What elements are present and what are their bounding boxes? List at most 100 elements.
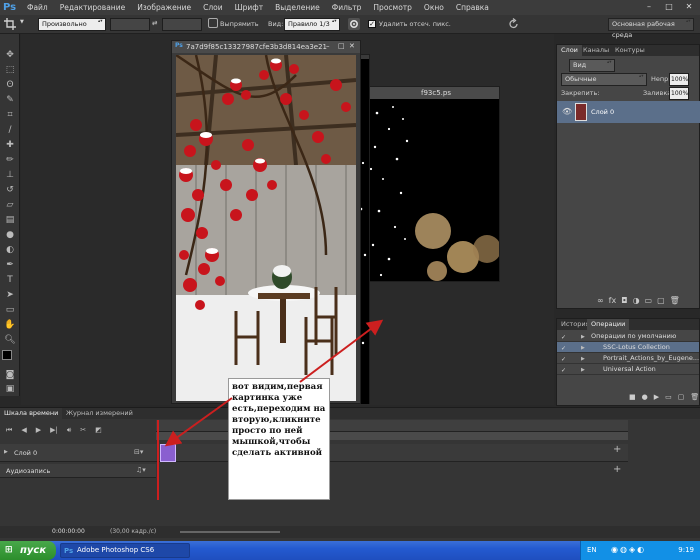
second-document-title[interactable]: f93c5.ps: [367, 87, 499, 99]
zoom-slider[interactable]: [180, 531, 280, 533]
layer-name[interactable]: Слой 0: [591, 108, 614, 116]
menu-edit[interactable]: Редактирование: [54, 3, 131, 12]
adjustment-icon[interactable]: ◑: [633, 296, 640, 305]
mask-icon[interactable]: ◘: [621, 296, 627, 305]
transition-icon[interactable]: ◩: [95, 426, 102, 435]
expand-triangle-icon[interactable]: ▶ ▶ ▶ ▶: [581, 332, 589, 376]
trash-icon[interactable]: 🗑︎: [670, 296, 680, 305]
stamp-tool-icon[interactable]: ⊥: [4, 170, 16, 181]
document-window-main[interactable]: 7a7d9f85c13327987cfe3b3d814ea3e21 Ps – □…: [171, 40, 361, 404]
dodge-tool-icon[interactable]: ◐: [4, 245, 16, 256]
crop-tool-icon[interactable]: [4, 18, 16, 30]
eyedropper-tool-icon[interactable]: ∕: [4, 125, 16, 136]
timeline-track-row[interactable]: ▶ Слой 0 ⊟▾: [0, 444, 156, 462]
doc-minimize-button[interactable]: –: [326, 42, 334, 50]
rectangle-tool-icon[interactable]: ▭: [4, 305, 16, 316]
crop-ratio-select[interactable]: Произвольно: [38, 18, 106, 31]
close-button[interactable]: ✕: [682, 1, 696, 12]
eye-icon[interactable]: 👁︎: [562, 107, 572, 116]
document-image[interactable]: [176, 55, 356, 401]
swap-icon[interactable]: ⇄: [152, 19, 157, 27]
action-set-row[interactable]: Universal Action: [557, 364, 699, 375]
zoom-tool-icon[interactable]: 🔍︎: [4, 335, 16, 346]
gear-icon[interactable]: [348, 18, 360, 30]
stop-icon[interactable]: ■: [629, 393, 636, 401]
add-media-icon[interactable]: +: [613, 444, 621, 455]
audio-track-row[interactable]: Аудиозапись ♫▾: [0, 464, 156, 478]
taskbar-photoshop-button[interactable]: Ps Adobe Photoshop CS6: [60, 543, 190, 558]
move-tool-icon[interactable]: ✥: [4, 50, 16, 61]
layer-row-selected[interactable]: 👁︎ Слой 0: [557, 101, 700, 123]
overlay-view-select[interactable]: Правило 1/3: [284, 18, 340, 31]
lasso-tool-icon[interactable]: ʘ: [4, 80, 16, 91]
folder-icon[interactable]: ▭: [665, 393, 672, 401]
chevron-down-icon[interactable]: ▼: [20, 19, 24, 25]
start-button[interactable]: ⊞ пуск: [0, 541, 56, 560]
fill-field[interactable]: 100%: [669, 87, 689, 100]
checkmark-icon[interactable]: ✓ ✓ ✓ ✓: [561, 332, 569, 376]
action-set-row[interactable]: Portrait_Actions_by_Eugene...: [557, 353, 699, 364]
gradient-tool-icon[interactable]: ▤: [4, 215, 16, 226]
music-note-icon[interactable]: ♫▾: [136, 466, 146, 474]
menu-help[interactable]: Справка: [450, 3, 495, 12]
scissors-icon[interactable]: ✂: [80, 426, 86, 435]
menu-layers[interactable]: Слои: [197, 3, 229, 12]
new-action-icon[interactable]: ▢: [678, 393, 685, 401]
blend-mode-select[interactable]: Обычные: [561, 73, 647, 86]
menu-filter[interactable]: Фильтр: [326, 3, 368, 12]
menu-image[interactable]: Изображение: [131, 3, 197, 12]
track-name[interactable]: Слой 0: [14, 449, 37, 457]
workspace-select[interactable]: Основная рабочая среда: [608, 18, 694, 39]
second-document-image[interactable]: [367, 99, 499, 281]
tab-actions[interactable]: Операции: [587, 319, 630, 330]
width-field[interactable]: [110, 18, 150, 31]
time-ruler[interactable]: [156, 420, 628, 432]
doc-maximize-button[interactable]: □: [338, 42, 346, 50]
blur-tool-icon[interactable]: ●: [4, 230, 16, 241]
type-tool-icon[interactable]: T: [4, 275, 16, 286]
reset-icon[interactable]: [508, 18, 520, 30]
foreground-color-swatch[interactable]: [2, 350, 12, 360]
document-window-second[interactable]: f93c5.ps: [366, 86, 500, 282]
path-select-tool-icon[interactable]: ➤: [4, 290, 16, 301]
delete-cropped-checkbox[interactable]: ✓: [368, 20, 376, 28]
doc-close-button[interactable]: ✕: [349, 42, 357, 50]
hand-tool-icon[interactable]: ✋: [4, 320, 16, 331]
language-indicator[interactable]: EN: [587, 546, 597, 554]
height-field[interactable]: [162, 18, 202, 31]
link-icon[interactable]: ∞: [597, 296, 604, 305]
tab-channels[interactable]: Каналы: [579, 45, 613, 56]
layer-filter-select[interactable]: Вид: [569, 59, 615, 72]
trash-icon[interactable]: 🗑︎: [690, 393, 699, 401]
action-set-row[interactable]: SSC-Lotus Collection: [557, 342, 699, 353]
expand-triangle-icon[interactable]: ▶: [4, 449, 8, 455]
tab-timeline[interactable]: Шкала времени: [0, 408, 63, 419]
menu-select[interactable]: Выделение: [269, 3, 326, 12]
add-audio-icon[interactable]: +: [613, 464, 621, 475]
folder-icon[interactable]: ▭: [645, 296, 653, 305]
film-icon[interactable]: ⊟▾: [134, 448, 143, 456]
menu-window[interactable]: Окно: [418, 3, 450, 12]
minimize-button[interactable]: –: [642, 1, 656, 12]
menu-type[interactable]: Шрифт: [229, 3, 269, 12]
video-clip[interactable]: [160, 444, 176, 462]
track-lane[interactable]: [156, 444, 628, 462]
opacity-field[interactable]: 100%: [669, 73, 689, 86]
menu-view[interactable]: Просмотр: [367, 3, 418, 12]
action-set-row[interactable]: Операции по умолчанию: [557, 331, 699, 342]
quick-mask-icon[interactable]: ◙: [4, 370, 16, 381]
next-frame-icon[interactable]: ▶|: [50, 426, 58, 435]
eraser-tool-icon[interactable]: ▱: [4, 200, 16, 211]
playhead[interactable]: [157, 420, 159, 500]
maximize-button[interactable]: □: [662, 1, 676, 12]
tray-icons[interactable]: ◉◍◈◐: [611, 545, 646, 554]
quick-select-tool-icon[interactable]: ✎: [4, 95, 16, 106]
first-frame-icon[interactable]: ⏮: [6, 426, 12, 435]
straighten-label[interactable]: Выпрямить: [220, 20, 259, 28]
new-layer-icon[interactable]: ▢: [657, 296, 665, 305]
record-icon[interactable]: ●: [642, 393, 648, 401]
healing-tool-icon[interactable]: ✚: [4, 140, 16, 151]
pen-tool-icon[interactable]: ✒: [4, 260, 16, 271]
menu-file[interactable]: Файл: [21, 3, 54, 12]
tab-measurement-log[interactable]: Журнал измерений: [62, 408, 137, 419]
